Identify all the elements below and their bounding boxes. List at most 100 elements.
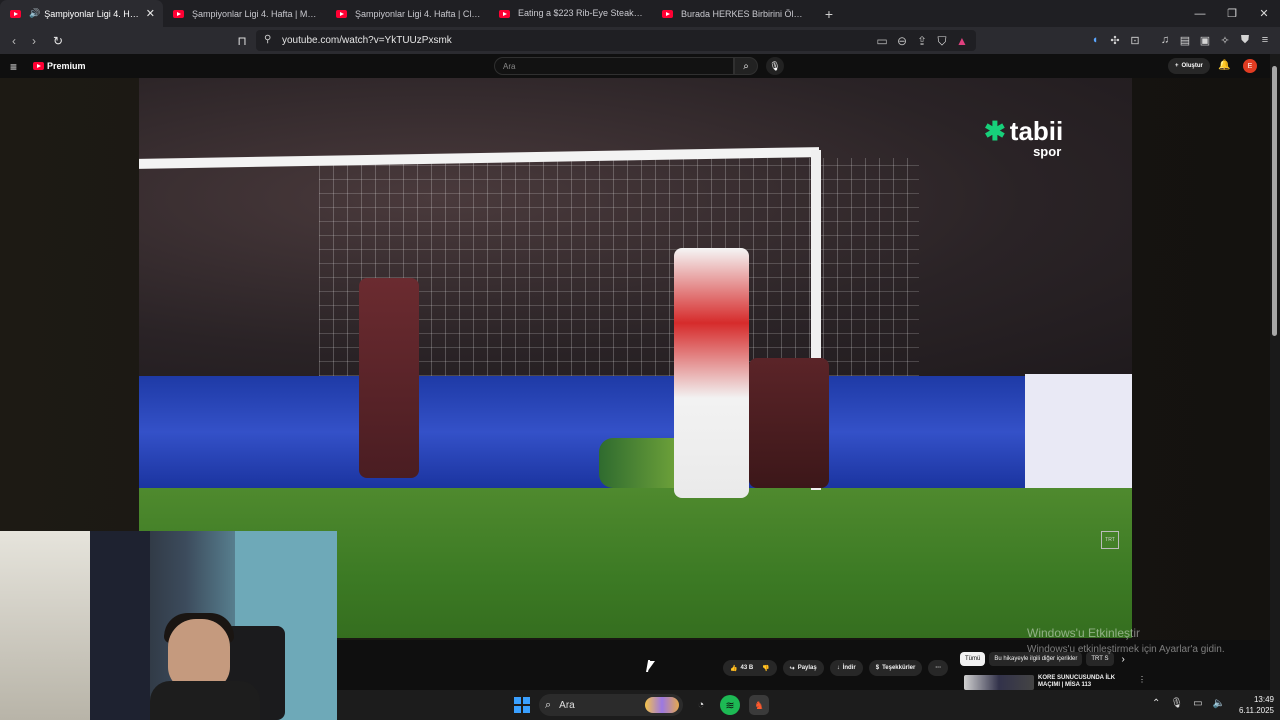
notifications-bell-icon[interactable]: 🔔 [1218,60,1230,71]
youtube-favicon-icon [173,9,184,18]
watermark-sub: spor [1033,144,1062,159]
task-manager-icon[interactable]: ◔ [691,695,711,715]
bookmark-icon[interactable]: ⊓ [232,31,252,51]
create-button[interactable]: + Oluştur [1168,58,1210,74]
tab-title: Şampiyonlar Ligi 4. Hafta | Club Brug [355,8,481,19]
tab-title: Burada HERKES Birbirini Öldürüyor! - [681,8,807,19]
chevron-right-icon[interactable]: › [1122,654,1125,665]
scrollbar-thumb[interactable] [1272,66,1277,336]
download-icon: ↓ [836,665,840,671]
brave-browser-icon[interactable]: ♞ [749,695,769,715]
browser-tab-1[interactable]: 🔊 Şampiyonlar Ligi 4. Hafta | Aj ✕ [0,0,163,27]
browser-tab-4[interactable]: Eating a $223 Rib-Eye Steak!! 🥩 (w/ [489,0,652,27]
download-label: İndir [842,665,856,671]
youtube-favicon-icon [662,9,673,18]
menu-icon[interactable]: ≡ [1258,31,1272,49]
windows-taskbar: ⌕ Ara ◔ ≋ ♞ ⌃ 🎙 ▭ 🔈 13:49 6.11.2025 [337,690,1280,720]
video-actions: 👍 43 B 👎 ↪ Paylaş ↓ İndir $ Teşekkürler … [723,660,949,676]
tab-title: Şampiyonlar Ligi 4. Hafta | Manchest [192,8,318,19]
close-window-icon[interactable]: ✕ [1248,0,1280,27]
thanks-label: Teşekkürler [882,665,916,671]
speech-icon[interactable]: ◖ [1088,31,1102,49]
share-icon[interactable]: ⇪ [914,33,930,49]
tab-title: Şampiyonlar Ligi 4. Hafta | Aj [44,8,140,19]
avatar[interactable]: E [1243,59,1257,73]
browser-tab-2[interactable]: Şampiyonlar Ligi 4. Hafta | Manchest [163,0,326,27]
search-icon[interactable]: ⌕ [734,57,758,75]
media-icon[interactable]: ♫ [1158,31,1172,49]
zoom-icon[interactable]: ⊖ [894,33,910,49]
windows-start-icon[interactable] [514,697,530,713]
recommendation-thumbnail[interactable] [964,675,1034,690]
youtube-header: ≡ Premium Ara ⌕ 🎙 + Oluştur 🔔 E [0,54,1270,78]
site-settings-icon[interactable]: ⚲ [264,34,271,45]
webcam-body [150,681,260,720]
vpn-icon[interactable]: ⛊ [1238,31,1252,49]
system-tray: ⌃ 🎙 ▭ 🔈 [1152,698,1225,709]
taskbar-search-label: Ara [559,699,575,711]
show-hidden-icons-icon[interactable]: ⌃ [1152,698,1160,709]
logo-text: Premium [47,61,86,71]
youtube-play-icon [33,62,44,70]
back-icon[interactable]: ‹ [4,31,24,51]
youtube-favicon-icon [336,9,347,18]
microphone-icon[interactable]: 🎙 [766,57,784,75]
webcam-overlay [0,531,337,720]
address-bar-actions: ▭ ⊖ ⇪ ⛉ ▲ [874,33,970,49]
search-input[interactable]: Ara [494,57,734,75]
rewards-icon[interactable]: ▲ [954,33,970,49]
thanks-button[interactable]: $ Teşekkürler [868,660,923,676]
plus-icon: + [1175,63,1179,69]
leo-icon[interactable]: ✧ [1218,31,1232,49]
webcam-curtain [90,531,150,720]
reload-icon[interactable]: ↻ [48,31,68,51]
sidebar-icon[interactable]: ▤ [1178,31,1192,49]
player-figure [359,278,419,478]
page-scrollbar[interactable] [1270,54,1280,690]
taskbar-search[interactable]: ⌕ Ara [539,694,683,716]
chip-all[interactable]: Tümü [960,652,986,666]
recommendation-title[interactable]: KORE SUNUCUSUNDA İLK MAÇIMI | MİSA 113 [1038,675,1128,690]
browser-tab-3[interactable]: Şampiyonlar Ligi 4. Hafta | Club Brug [326,0,489,27]
advertising-board-logo [1025,374,1132,489]
forward-icon[interactable]: › [24,31,44,51]
windows-activation-notice: Windows'u Etkinleştir Windows'u etkinleş… [1027,626,1225,655]
player-figure [674,248,749,498]
browser-tab-5[interactable]: Burada HERKES Birbirini Öldürüyor! - [652,0,815,27]
volume-icon[interactable]: 🔈 [1213,698,1225,709]
activation-title: Windows'u Etkinleştir [1027,626,1140,640]
restore-icon[interactable]: ❐ [1216,0,1248,27]
shield-icon[interactable]: ⛉ [934,33,950,49]
youtube-favicon-icon [10,9,21,18]
audio-playing-icon[interactable]: 🔊 [29,8,40,19]
more-actions-button[interactable]: ··· [928,660,949,676]
thumbs-down-icon[interactable]: 👎 [762,665,769,672]
extensions-icon[interactable]: ✣ [1108,31,1122,49]
channel-badge: TRT [1101,531,1119,549]
browser-tab-strip: 🔊 Şampiyonlar Ligi 4. Hafta | Aj ✕ Şampi… [0,0,1280,27]
screenshot-icon[interactable]: ⊡ [1128,31,1142,49]
spotify-icon[interactable]: ≋ [720,695,740,715]
address-bar[interactable]: ⚲ youtube.com/watch?v=YkTUUzPxsmk ▭ ⊖ ⇪ … [256,30,976,51]
minimize-icon[interactable]: — [1184,0,1216,27]
hamburger-menu-icon[interactable]: ≡ [10,60,17,74]
window-controls: — ❐ ✕ [1184,0,1280,27]
activation-subtitle: Windows'u etkinleştirmek için Ayarlar'a … [1027,644,1225,655]
url-text: youtube.com/watch?v=YkTUUzPxsmk [282,35,452,46]
cast-icon[interactable]: ▭ [874,33,890,49]
like-count: 43 B [740,665,754,671]
wallet-icon[interactable]: ▣ [1198,31,1212,49]
youtube-logo[interactable]: Premium [33,61,86,71]
network-icon[interactable]: ▭ [1193,698,1202,709]
clock-date: 6.11.2025 [1239,706,1274,715]
taskbar-clock[interactable]: 13:49 6.11.2025 [1230,694,1274,716]
recommendation-item[interactable]: KORE SUNUCUSUNDA İLK MAÇIMI | MİSA 113 ⋮ [964,675,1146,690]
share-arrow-icon: ↪ [789,665,795,672]
microphone-icon[interactable]: 🎙 [1170,698,1183,709]
like-button[interactable]: 👍 43 B 👎 [723,660,777,676]
new-tab-icon[interactable]: + [819,6,839,22]
download-button[interactable]: ↓ İndir [829,660,863,676]
kebab-menu-icon[interactable]: ⋮ [1138,675,1146,690]
close-tab-icon[interactable]: ✕ [146,7,155,20]
share-button[interactable]: ↪ Paylaş [782,660,824,676]
